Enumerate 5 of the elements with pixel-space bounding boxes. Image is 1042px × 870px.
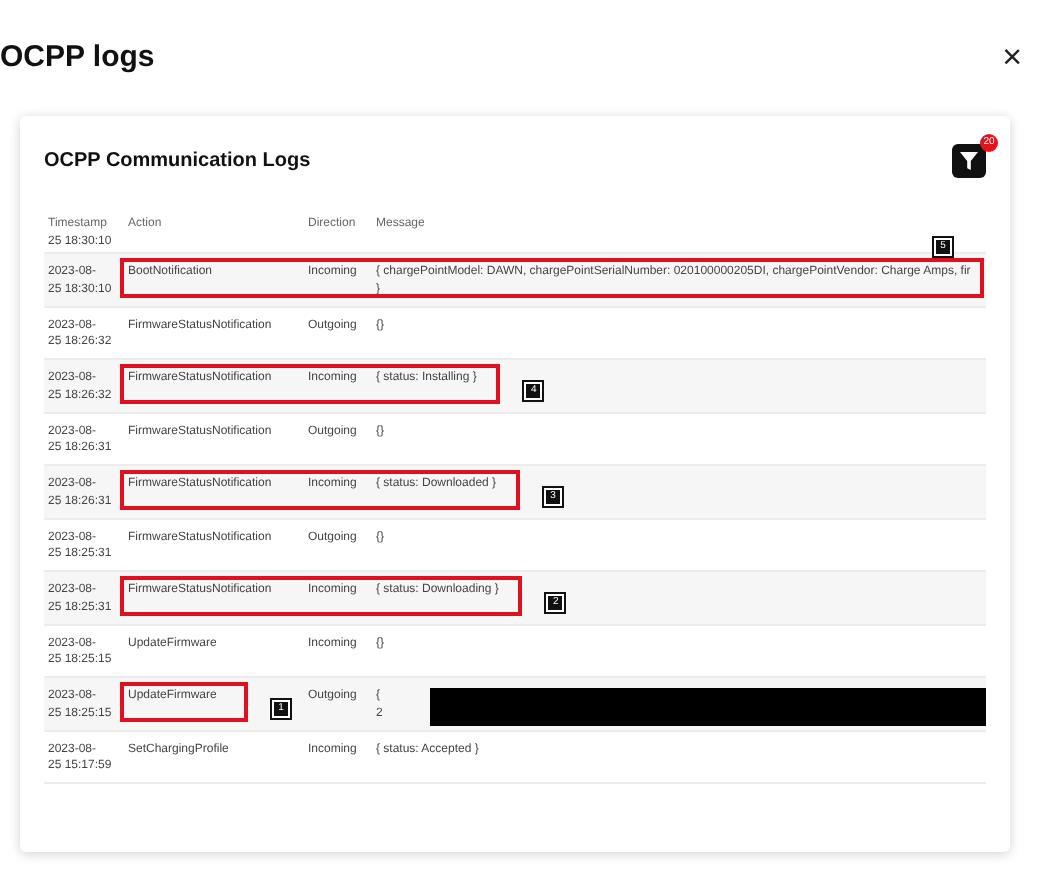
close-button[interactable]: × (994, 40, 1030, 74)
modal-title: OCPP logs (0, 40, 155, 76)
card-title: OCPP Communication Logs (44, 148, 311, 176)
filter-icon (960, 152, 978, 170)
filter-button[interactable] (952, 144, 986, 178)
